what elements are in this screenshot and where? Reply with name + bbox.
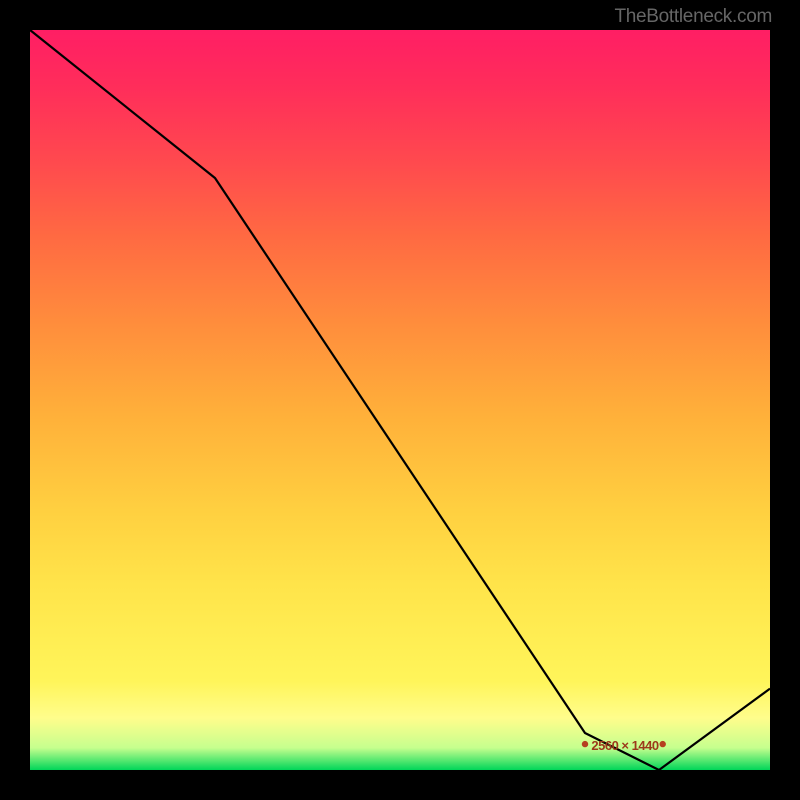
chart-svg: [30, 30, 770, 770]
optimal-resolution-label: 2560 × 1440: [591, 738, 658, 753]
bottleneck-curve: [30, 30, 770, 770]
curve-marker-start: [582, 741, 588, 747]
plot-area: 2560 × 1440: [30, 30, 770, 770]
attribution-text: TheBottleneck.com: [614, 6, 772, 28]
curve-marker-end: [660, 741, 666, 747]
